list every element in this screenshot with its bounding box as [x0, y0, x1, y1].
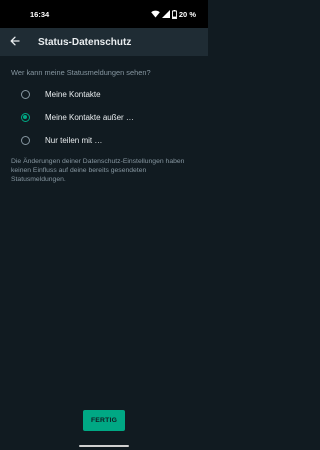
- option-label: Meine Kontakte: [45, 89, 101, 99]
- arrow-left-icon: [10, 33, 20, 51]
- back-button[interactable]: [2, 28, 28, 56]
- battery-percent: 20 %: [178, 9, 196, 19]
- status-time: 16:34: [30, 9, 50, 19]
- option-my-contacts[interactable]: Meine Kontakte: [0, 83, 208, 105]
- battery-icon: [171, 9, 177, 19]
- radio-only-share-with[interactable]: [21, 135, 30, 145]
- wifi-icon: [151, 10, 160, 18]
- privacy-question: Wer kann meine Statusmeldungen sehen?: [11, 68, 151, 77]
- navigation-bar: [0, 438, 208, 450]
- page-title: Status-Datenschutz: [38, 36, 132, 48]
- option-label: Meine Kontakte außer …: [45, 112, 134, 122]
- option-my-contacts-except[interactable]: Meine Kontakte außer …: [0, 106, 208, 128]
- radio-my-contacts[interactable]: [21, 89, 30, 99]
- app-bar: Status-Datenschutz: [0, 28, 208, 56]
- signal-icon: [161, 10, 170, 18]
- privacy-note: Die Änderungen deiner Datenschutz-Einste…: [11, 158, 185, 183]
- status-bar: 16:34 20 %: [0, 0, 208, 28]
- radio-my-contacts-except[interactable]: [21, 112, 30, 122]
- option-label: Nur teilen mit …: [45, 135, 103, 145]
- home-gesture-handle[interactable]: [79, 445, 129, 447]
- status-icons: 20 %: [151, 9, 196, 19]
- done-button[interactable]: FERTIG: [83, 410, 125, 431]
- option-only-share-with[interactable]: Nur teilen mit …: [0, 129, 208, 151]
